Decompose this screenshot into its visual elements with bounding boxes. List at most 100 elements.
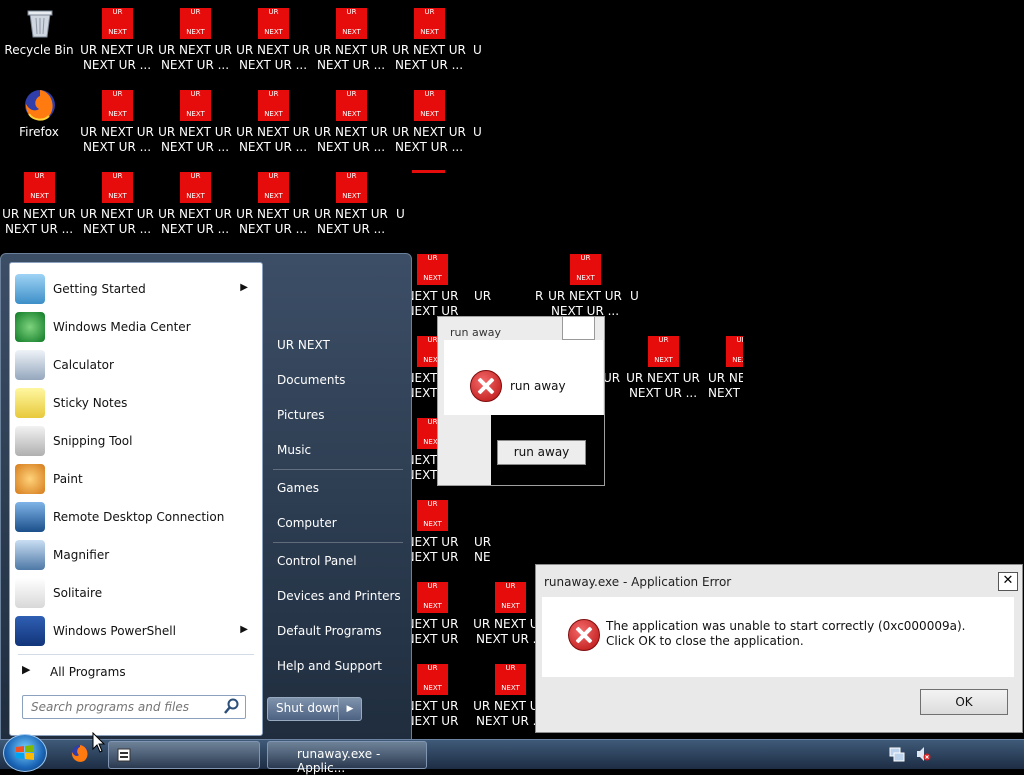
desktop-icon-ur-next[interactable]: URNEXT UR NEXT UR NEXT UR ... — [625, 330, 701, 408]
search-input[interactable] — [29, 697, 223, 717]
divider — [18, 654, 254, 655]
desktop-icon-recycle-bin[interactable]: Recycle Bin — [1, 2, 77, 80]
desktop-icon-ur-next[interactable]: URNEXT UR NEXT UR NEXT UR ... — [1, 166, 77, 244]
taskbar-runaway-button[interactable]: runaway.exe - Applic... — [267, 741, 427, 775]
error-dialog-body: The application was unable to start corr… — [542, 597, 1014, 677]
paint-icon — [15, 464, 45, 494]
desktop-icon-ur-next[interactable]: URNEXT UR NEXT UR NEXT UR ... — [391, 2, 467, 80]
chevron-right-icon: ▶ — [346, 704, 354, 714]
taskbar-app-button[interactable] — [108, 741, 260, 769]
ur-next-label: UR NEXT UR NEXT UR ... — [314, 125, 388, 154]
desktop-icon-ur-next[interactable]: URNEXT UR NEXT UR NEXT UR ... — [391, 84, 467, 162]
network-icon[interactable] — [889, 746, 905, 762]
start-menu-item-label: Windows Media Center — [53, 320, 191, 334]
start-menu-link[interactable]: Default Programs — [271, 619, 409, 643]
ur-next-icon: URNEXT — [495, 582, 526, 613]
snipping-tool-icon — [15, 426, 45, 456]
remote-desktop-icon — [15, 502, 45, 532]
start-menu-link[interactable]: Help and Support — [271, 654, 409, 678]
windows-logo-icon — [16, 745, 34, 760]
desktop-icon-ur-next[interactable]: URNEXT UR NEXT UR NEXT UR ... — [313, 166, 389, 244]
start-menu-item[interactable]: Windows PowerShell ▶ — [12, 613, 260, 649]
ur-next-icon: URNEXT — [417, 254, 448, 285]
ur-next-icon: URNEXT — [495, 664, 526, 695]
ur-next-icon: URNEXT — [102, 8, 133, 39]
search-icon[interactable] — [224, 698, 240, 714]
shut-down-options-button[interactable]: ▶ — [338, 697, 362, 721]
firefox-icon — [25, 90, 55, 121]
ur-next-label: UR NEXT UR NEXT UR ... — [158, 43, 232, 72]
desktop-icon-ur-next[interactable]: URNEXT UR NEXT UR NEXT UR ... — [313, 84, 389, 162]
start-menu-link[interactable]: Devices and Printers — [271, 584, 409, 608]
desktop-icon-firefox[interactable]: Firefox — [1, 84, 77, 162]
start-menu-link[interactable]: Games — [271, 476, 409, 500]
error-dialog-title: runaway.exe - Application Error — [544, 575, 732, 589]
start-menu-item-label: Sticky Notes — [53, 396, 128, 410]
taskbar-runaway-label: runaway.exe - Applic... — [297, 747, 381, 775]
ur-next-icon: URNEXT — [417, 582, 448, 613]
ur-next-icon: URNEXT — [417, 500, 448, 531]
start-menu-item[interactable]: Paint — [12, 461, 260, 497]
ur-next-label: UR NEXT UR NEXT UR ... — [548, 289, 622, 318]
desktop-icon-ur-next[interactable]: URNEXT UR NEXT UR NEXT UR ... — [235, 166, 311, 244]
application-error-dialog: runaway.exe - Application Error ✕ The ap… — [535, 564, 1023, 733]
desktop-icon-ur-next[interactable]: URNEXT UR NEXT UR NEXT UR ... — [547, 248, 623, 326]
start-menu-item[interactable]: Calculator — [12, 347, 260, 383]
desktop-icon-ur-next[interactable]: URNEXT UR NEXT UR NEXT UR ... — [313, 2, 389, 80]
magnifier-icon — [15, 540, 45, 570]
desktop-icon-ur-next[interactable]: URNEXT UR NEXT UR NEXT UR ... — [157, 166, 233, 244]
start-menu-item[interactable]: Snipping Tool — [12, 423, 260, 459]
ur-next-icon: URNEXT — [24, 172, 55, 203]
start-button[interactable] — [3, 734, 47, 772]
desktop-icon-ur-next[interactable]: URNEXT UR NEXT UR NEXT UR ... — [157, 2, 233, 80]
firefox-label: Firefox — [19, 125, 59, 139]
desktop-icon-ur-next[interactable]: URNEXT UR NEXT UR NEXT UR ... — [79, 2, 155, 80]
ur-next-icon: URNEXT — [336, 90, 367, 121]
start-menu-link[interactable]: UR NEXT — [271, 333, 409, 357]
start-menu-link[interactable]: Control Panel — [271, 549, 409, 573]
all-programs-label: All Programs — [50, 665, 126, 679]
ur-next-icon: URNEXT — [258, 90, 289, 121]
taskbar-firefox-button[interactable] — [70, 743, 92, 765]
solitaire-icon — [15, 578, 45, 608]
run-away-title: run away — [450, 326, 501, 339]
start-menu-item[interactable]: Remote Desktop Connection — [12, 499, 260, 535]
start-menu-link[interactable]: Pictures — [271, 403, 409, 427]
error-icon — [568, 619, 600, 651]
ok-button[interactable]: OK — [920, 689, 1008, 715]
desktop-icon-ur-next[interactable]: URNEXT UR NEXT UR NEXT UR ... — [79, 166, 155, 244]
run-away-button[interactable]: run away — [497, 440, 586, 465]
recycle-bin-icon — [27, 10, 53, 38]
ur-next-label: UR NEXT UR NEXT UR ... — [392, 125, 466, 154]
ur-next-icon: URNEXT — [258, 8, 289, 39]
start-search-box[interactable] — [22, 695, 246, 719]
desktop-icon-ur-next[interactable]: URNEXT UR NEXT UR NEXT UR ... — [79, 84, 155, 162]
all-programs-button[interactable]: ▶ All Programs — [18, 661, 254, 683]
mouse-cursor-icon — [92, 732, 106, 753]
start-menu-link[interactable]: Computer — [271, 511, 409, 535]
start-menu-link[interactable]: Music — [271, 438, 409, 462]
desktop-icon-ur-next[interactable]: URNEXT UR NEXT UR NEXT UR ... — [157, 84, 233, 162]
ur-next-icon: URNEXT — [336, 172, 367, 203]
shut-down-label: Shut down — [276, 701, 340, 715]
start-menu-item-label: Calculator — [53, 358, 114, 372]
desktop-icon-ur-next[interactable]: URNEXT UR NEXT UR NEXT UR ... — [235, 84, 311, 162]
ur-next-icon: URNEXT — [180, 172, 211, 203]
close-button[interactable]: ✕ — [998, 572, 1018, 591]
start-menu-link[interactable]: Documents — [271, 368, 409, 392]
start-menu-item[interactable]: Magnifier — [12, 537, 260, 573]
ur-next-label: UR NEXT UR NEXT UR ... — [2, 207, 76, 236]
start-menu-item[interactable]: Getting Started ▶ — [12, 271, 260, 307]
start-menu-item[interactable]: Windows Media Center — [12, 309, 260, 345]
start-menu-item[interactable]: Sticky Notes — [12, 385, 260, 421]
calculator-icon — [15, 350, 45, 380]
start-menu-item[interactable]: Solitaire — [12, 575, 260, 611]
run-away-message: run away — [510, 379, 566, 393]
desktop-icon-ur-next[interactable]: URNEXT UR NEXT UR NEXT UR ... — [235, 2, 311, 80]
ur-next-icon: URNEXT — [180, 90, 211, 121]
volume-muted-icon[interactable] — [915, 746, 931, 762]
firefox-icon — [71, 745, 88, 762]
desktop-icon-ur-next[interactable]: URNEXT UR NE NEXT — [703, 330, 743, 408]
error-icon — [470, 370, 502, 402]
dialog-close-button[interactable] — [562, 317, 595, 340]
